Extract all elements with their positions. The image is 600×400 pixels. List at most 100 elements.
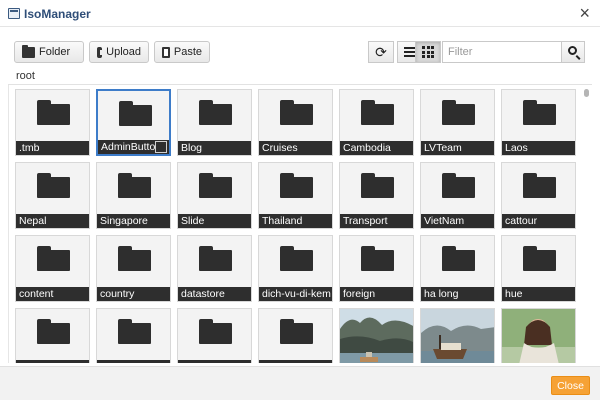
folder-tile[interactable] xyxy=(15,308,90,363)
folder-tile[interactable]: Nepal xyxy=(15,162,90,229)
select-checkbox[interactable] xyxy=(155,141,167,153)
close-button[interactable]: Close xyxy=(551,376,590,395)
folder-tile[interactable]: Singapore xyxy=(96,162,171,229)
thumbnail-junk-boat-bay xyxy=(421,309,494,363)
folder-icon xyxy=(280,246,313,271)
grid-view-button[interactable] xyxy=(415,41,441,63)
folder-icon xyxy=(118,173,151,198)
folder-tile[interactable]: content xyxy=(15,235,90,302)
folder-name: cattour xyxy=(502,214,575,228)
scrollbar[interactable] xyxy=(583,85,591,363)
app-window-icon xyxy=(8,8,20,19)
folder-tile[interactable]: Cruises xyxy=(258,89,333,156)
new-folder-button[interactable]: Folder xyxy=(14,41,84,63)
folder-name xyxy=(16,360,89,363)
folder-tile[interactable]: Slide xyxy=(177,162,252,229)
folder-name xyxy=(97,360,170,363)
folder-icon xyxy=(280,173,313,198)
folder-icon xyxy=(119,101,152,126)
folder-icon xyxy=(442,246,475,271)
upload-button[interactable]: Upload xyxy=(89,41,149,63)
folder-name: LVTeam xyxy=(421,141,494,155)
dialog-footer: Close xyxy=(0,366,600,400)
folder-tile[interactable]: foreign xyxy=(339,235,414,302)
folder-tile[interactable]: country xyxy=(96,235,171,302)
image-tile[interactable] xyxy=(501,308,576,363)
folder-tile[interactable]: .tmb xyxy=(15,89,90,156)
folder-icon xyxy=(523,173,556,198)
thumbnail-bay-karst-boat xyxy=(340,309,413,363)
folder-name: Cambodia xyxy=(340,141,413,155)
paste-label: Paste xyxy=(173,46,202,58)
new-folder-label: Folder xyxy=(39,46,71,58)
folder-name: Cruises xyxy=(259,141,332,155)
folder-name: .tmb xyxy=(16,141,89,155)
folder-tile[interactable]: Thailand xyxy=(258,162,333,229)
folder-icon xyxy=(199,246,232,271)
upload-icon xyxy=(97,46,108,58)
folder-tile[interactable] xyxy=(96,308,171,363)
folder-name xyxy=(178,360,251,363)
refresh-icon: ⟳ xyxy=(375,43,387,60)
image-tile[interactable] xyxy=(339,308,414,363)
folder-icon xyxy=(361,100,394,125)
title-bar: IsoManager × xyxy=(0,0,600,27)
folder-name: Laos xyxy=(502,141,575,155)
folder-icon xyxy=(442,100,475,125)
folder-tile[interactable]: Cambodia xyxy=(339,89,414,156)
image-tile[interactable] xyxy=(420,308,495,363)
folder-icon xyxy=(37,100,70,125)
folder-tile[interactable]: datastore xyxy=(177,235,252,302)
folder-name: Blog xyxy=(178,141,251,155)
folder-name: content xyxy=(16,287,89,301)
file-grid: .tmb AdminButton Blog Cruises Cambodia LVTeam… xyxy=(8,85,592,363)
folder-tile[interactable] xyxy=(258,308,333,363)
folder-icon xyxy=(118,319,151,344)
folder-icon xyxy=(361,246,394,271)
paste-button[interactable]: Paste xyxy=(154,41,210,63)
folder-tile[interactable]: Laos xyxy=(501,89,576,156)
folder-icon xyxy=(37,173,70,198)
folder-tile[interactable]: ha long xyxy=(420,235,495,302)
folder-tile[interactable]: VietNam xyxy=(420,162,495,229)
folder-tile[interactable]: cattour xyxy=(501,162,576,229)
folder-tile[interactable]: AdminButton xyxy=(96,89,171,156)
folder-icon xyxy=(37,246,70,271)
window-title: IsoManager xyxy=(24,7,91,21)
folder-name: Slide xyxy=(178,214,251,228)
folder-tile[interactable]: Transport xyxy=(339,162,414,229)
toolbar: Folder Upload Paste ⟳ xyxy=(0,35,600,65)
folder-name: foreign xyxy=(340,287,413,301)
refresh-button[interactable]: ⟳ xyxy=(368,41,394,63)
folder-name: Singapore xyxy=(97,214,170,228)
paste-icon xyxy=(162,46,170,58)
upload-label: Upload xyxy=(106,46,141,58)
folder-plus-icon xyxy=(22,44,35,58)
breadcrumb[interactable]: root xyxy=(16,70,35,82)
scrollbar-thumb[interactable] xyxy=(584,89,589,97)
folder-tile[interactable]: LVTeam xyxy=(420,89,495,156)
folder-icon xyxy=(37,319,70,344)
folder-tile[interactable]: Blog xyxy=(177,89,252,156)
folder-icon xyxy=(280,319,313,344)
filter-input[interactable] xyxy=(442,41,561,63)
folder-name xyxy=(259,360,332,363)
folder-icon xyxy=(523,246,556,271)
folder-icon xyxy=(199,100,232,125)
folder-tile[interactable] xyxy=(177,308,252,363)
folder-name: VietNam xyxy=(421,214,494,228)
folder-name: datastore xyxy=(178,287,251,301)
folder-name: Nepal xyxy=(16,214,89,228)
close-icon[interactable]: × xyxy=(579,4,590,22)
folder-tile[interactable]: hue xyxy=(501,235,576,302)
folder-name: country xyxy=(97,287,170,301)
folder-name: dich-vu-di-kem xyxy=(259,287,332,301)
folder-tile[interactable]: dich-vu-di-kem xyxy=(258,235,333,302)
folder-icon xyxy=(199,319,232,344)
search-button[interactable] xyxy=(561,41,585,63)
folder-icon xyxy=(199,173,232,198)
folder-icon xyxy=(523,100,556,125)
folder-icon xyxy=(361,173,394,198)
folder-icon xyxy=(280,100,313,125)
folder-icon xyxy=(442,173,475,198)
